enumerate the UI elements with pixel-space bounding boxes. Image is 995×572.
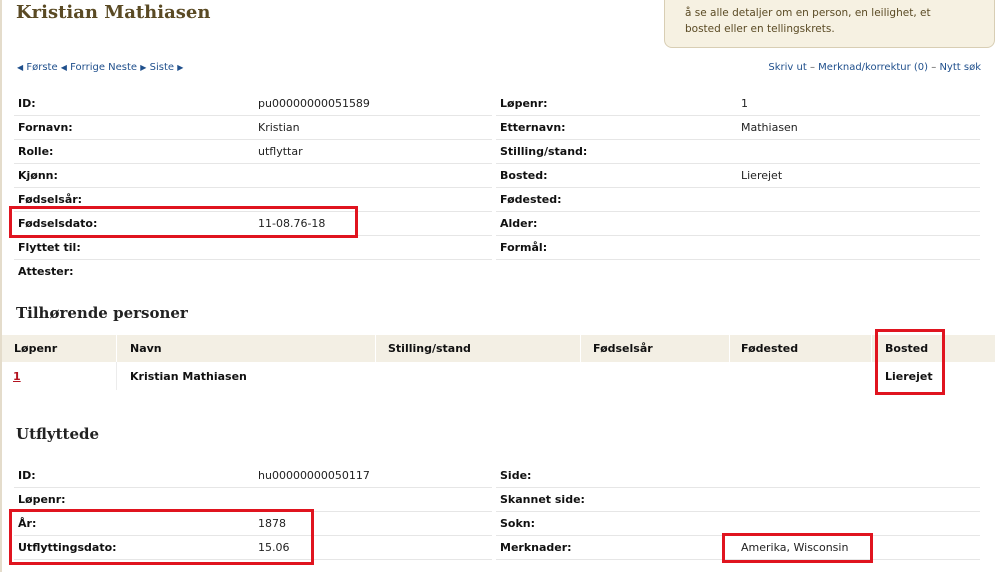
record-navigation: ◀ Første ◀ Forrige Neste ▶ Siste ▶ xyxy=(17,62,183,73)
attester-label: Attester: xyxy=(18,265,74,278)
rolle-value: utflyttar xyxy=(258,145,303,158)
row-lopenr-link[interactable]: 1 xyxy=(13,370,21,383)
fodselsar-label: Fødselsår: xyxy=(18,193,83,206)
new-search-link[interactable]: Nytt søk xyxy=(939,62,981,73)
alder-label: Alder: xyxy=(500,217,538,230)
previous-link[interactable]: Forrige xyxy=(70,62,105,73)
lopenr-label: Løpenr: xyxy=(500,97,548,110)
column-divider xyxy=(580,335,581,362)
page-actions: Skriv ut – Merknad/korrektur (0) – Nytt … xyxy=(768,62,981,73)
divider xyxy=(14,187,492,188)
divider xyxy=(496,259,980,260)
bosted-value: Lierejet xyxy=(741,169,783,182)
info-box: å se alle detaljer om en person, en leil… xyxy=(664,0,995,48)
lopenr-value: 1 xyxy=(741,97,748,110)
highlight-box-fodselsdato xyxy=(9,206,358,238)
kjonn-label: Kjønn: xyxy=(18,169,58,182)
left-page-border xyxy=(0,0,2,572)
next-link[interactable]: Neste xyxy=(108,62,137,73)
fornavn-label: Fornavn: xyxy=(18,121,73,134)
last-link[interactable]: Siste xyxy=(150,62,174,73)
emigrated-heading: Utflyttede xyxy=(16,425,100,443)
first-link[interactable]: Første xyxy=(26,62,57,73)
column-divider xyxy=(729,335,730,362)
fornavn-value: Kristian xyxy=(258,121,300,134)
side-label: Side: xyxy=(500,469,532,482)
separator: – xyxy=(809,62,815,73)
divider xyxy=(496,139,980,140)
divider xyxy=(14,115,492,116)
column-header-lopenr[interactable]: Løpenr xyxy=(14,335,57,362)
column-header-fodselsar[interactable]: Fødselsår xyxy=(593,335,653,362)
row-navn: Kristian Mathiasen xyxy=(130,370,247,383)
column-header-fodested[interactable]: Fødested xyxy=(741,335,798,362)
stilling-label: Stilling/stand: xyxy=(500,145,588,158)
related-persons-heading: Tilhørende personer xyxy=(16,304,188,322)
divider xyxy=(14,259,492,260)
sokn-label: Sokn: xyxy=(500,517,536,530)
rolle-label: Rolle: xyxy=(18,145,54,158)
divider xyxy=(496,487,980,488)
divider xyxy=(496,163,980,164)
print-link[interactable]: Skriv ut xyxy=(768,62,806,73)
arrow-right-icon: ▶ xyxy=(177,63,184,72)
column-divider xyxy=(375,335,376,362)
divider xyxy=(496,235,980,236)
divider xyxy=(496,115,980,116)
emigrated-id-label: ID: xyxy=(18,469,36,482)
id-value: pu00000000051589 xyxy=(258,97,370,110)
arrow-left-icon: ◀ xyxy=(60,63,67,72)
column-header-stilling[interactable]: Stilling/stand xyxy=(388,335,471,362)
column-divider xyxy=(871,335,872,362)
divider xyxy=(496,211,980,212)
merknader-label: Merknader: xyxy=(500,541,572,554)
divider xyxy=(14,163,492,164)
emigrated-lopenr-label: Løpenr: xyxy=(18,493,66,506)
etternavn-label: Etternavn: xyxy=(500,121,566,134)
skannet-side-label: Skannet side: xyxy=(500,493,585,506)
emigrated-id-value: hu00000000050117 xyxy=(258,469,370,482)
separator: – xyxy=(931,62,937,73)
arrow-left-icon: ◀ xyxy=(17,63,24,72)
divider xyxy=(14,487,492,488)
highlight-box-ar-utflyttingsdato xyxy=(9,509,314,565)
id-label: ID: xyxy=(18,97,36,110)
info-text: å se alle detaljer om en person, en leil… xyxy=(685,7,931,35)
column-header-navn[interactable]: Navn xyxy=(130,335,162,362)
arrow-right-icon: ▶ xyxy=(140,63,147,72)
bosted-label: Bosted: xyxy=(500,169,548,182)
divider xyxy=(14,139,492,140)
flyttet-label: Flyttet til: xyxy=(18,241,81,254)
page-title: Kristian Mathiasen xyxy=(16,2,211,23)
divider xyxy=(496,187,980,188)
highlight-box-bosted xyxy=(875,329,945,395)
column-divider xyxy=(116,362,117,390)
etternavn-value: Mathiasen xyxy=(741,121,798,134)
fodested-label: Fødested: xyxy=(500,193,562,206)
related-table-header: Løpenr Navn Stilling/stand Fødselsår Fød… xyxy=(2,335,995,362)
column-divider xyxy=(116,335,117,362)
remark-link[interactable]: Merknad/korrektur (0) xyxy=(818,62,928,73)
highlight-box-merknader xyxy=(722,533,873,563)
formal-label: Formål: xyxy=(500,241,548,254)
divider xyxy=(496,511,980,512)
